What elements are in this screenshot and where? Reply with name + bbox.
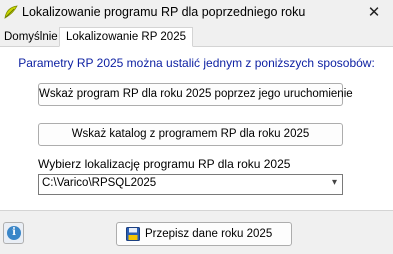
location-value: C:\Varico\RPSQL2025: [42, 177, 157, 189]
locate-by-directory-button[interactable]: Wskaż katalog z programem RP dla roku 20…: [38, 123, 343, 146]
close-button[interactable]: ✕: [361, 2, 387, 24]
location-label: Wybierz lokalizację programu RP dla roku…: [38, 157, 291, 171]
location-combobox[interactable]: C:\Varico\RPSQL2025 ▾: [38, 174, 343, 195]
tab-panel: Parametry RP 2025 można ustalić jednym z…: [0, 47, 393, 211]
copy-button-label: Przepisz dane roku 2025: [145, 228, 273, 240]
info-icon: i: [7, 226, 21, 240]
window-title: Lokalizowanie programu RP dla poprzednie…: [22, 5, 306, 19]
locate-by-run-button[interactable]: Wskaż program RP dla roku 2025 poprzez j…: [38, 83, 353, 106]
panel-heading: Parametry RP 2025 można ustalić jednym z…: [18, 56, 375, 70]
title-bar: Lokalizowanie programu RP dla poprzednie…: [0, 0, 393, 27]
info-button[interactable]: i: [3, 222, 24, 244]
tab-strip: Domyślnie Lokalizowanie RP 2025: [0, 27, 393, 47]
save-icon: [126, 227, 140, 241]
chevron-down-icon[interactable]: ▾: [332, 177, 337, 188]
tab-default[interactable]: Domyślnie: [0, 29, 62, 47]
tab-localize-rp[interactable]: Lokalizowanie RP 2025: [59, 27, 193, 47]
app-icon: [4, 5, 18, 19]
copy-year-data-button[interactable]: Przepisz dane roku 2025: [116, 222, 292, 246]
